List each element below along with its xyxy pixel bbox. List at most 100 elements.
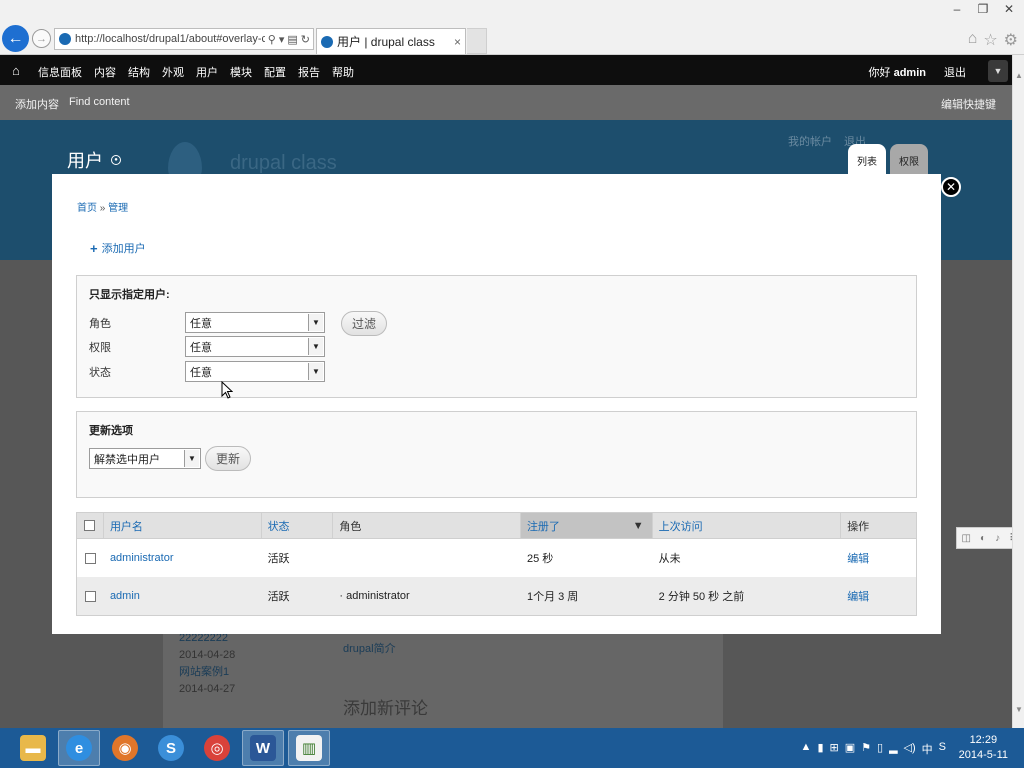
sort-last-access[interactable]: 上次访问	[659, 518, 703, 534]
header-operations: 操作	[847, 520, 870, 533]
sort-registered[interactable]: 注册了	[527, 518, 560, 534]
ime-indicator[interactable]: 中	[922, 741, 933, 757]
home-icon[interactable]: ⌂	[12, 63, 20, 78]
close-overlay-icon[interactable]: ✕	[941, 177, 961, 197]
shortcut-add-content[interactable]: 添加内容	[15, 96, 59, 112]
browser-tab[interactable]: 用户 | drupal class ×	[316, 28, 466, 54]
sogou-icon[interactable]: S	[939, 741, 946, 757]
close-window-icon[interactable]: ✕	[1002, 2, 1016, 16]
compat-view-icon[interactable]: ▤	[287, 33, 297, 46]
address-bar[interactable]: http://localhost/drupal1/about#overlay-c…	[54, 28, 314, 50]
tray-expand-icon[interactable]: ▲	[801, 741, 812, 757]
skype-style-button[interactable]: S	[150, 730, 192, 766]
menu-item-dashboard[interactable]: 信息面板	[38, 64, 82, 80]
menu-item-people[interactable]: 用户	[196, 64, 218, 80]
menu-item-content[interactable]: 内容	[94, 64, 116, 80]
address-url[interactable]: http://localhost/drupal1/about#overlay-c…	[75, 33, 265, 45]
scroll-down-icon[interactable]: ▼	[1015, 705, 1023, 714]
breadcrumb-admin[interactable]: 管理	[108, 203, 128, 214]
username-link[interactable]: admin	[894, 67, 926, 79]
tray-network-icon[interactable]: ⊞	[830, 741, 839, 757]
tab-close-icon[interactable]: ×	[454, 35, 461, 49]
breadcrumb-home[interactable]: 首页	[77, 203, 97, 214]
permission-select[interactable]: 任意 ▼	[185, 336, 325, 357]
username-link[interactable]: administrator	[110, 552, 174, 564]
internet-explorer-button[interactable]: e	[58, 730, 100, 766]
update-operation-select[interactable]: 解禁选中用户 ▼	[89, 448, 201, 469]
tray-sync-icon[interactable]: ▣	[845, 741, 855, 757]
tab-permissions[interactable]: 权限	[890, 144, 928, 174]
file-explorer-button[interactable]: ▬	[12, 730, 54, 766]
logout-link[interactable]: 退出	[944, 64, 966, 80]
table-row: administrator 活跃 25 秒 从未 编辑	[77, 539, 916, 577]
filter-fieldset: 只显示指定用户: 角色 任意 ▼ 权限 任意 ▼ 状态 任意 ▼ 过滤	[76, 275, 917, 398]
edit-link[interactable]: 编辑	[847, 550, 869, 566]
edit-link[interactable]: 编辑	[847, 588, 869, 604]
volume-icon[interactable]: ◁)	[904, 741, 916, 757]
tab-title: 用户 | drupal class	[337, 35, 435, 49]
restore-icon[interactable]: ❐	[976, 2, 990, 16]
signal-icon[interactable]: ▂	[889, 741, 897, 757]
bg-date-2: 2014-04-27	[179, 683, 236, 695]
audio-icon[interactable]: ♪	[995, 533, 1000, 544]
row-checkbox[interactable]	[84, 590, 96, 602]
sort-status[interactable]: 状态	[268, 518, 290, 534]
chrome-button[interactable]: ◎	[196, 730, 238, 766]
clock[interactable]: 12:29 2014-5-11	[959, 733, 1008, 763]
dropdown-icon[interactable]: ▾	[279, 33, 285, 46]
status-select[interactable]: 任意 ▼	[185, 361, 325, 382]
menu-item-help[interactable]: 帮助	[332, 64, 354, 80]
row-checkbox[interactable]	[84, 552, 96, 564]
flag-icon[interactable]: ⚑	[861, 741, 871, 757]
admin-menu: 信息面板 内容 结构 外观 用户 模块 配置 报告 帮助	[38, 64, 354, 80]
tray-app-icon[interactable]: ▮	[817, 741, 823, 757]
forward-button[interactable]: →	[32, 29, 51, 48]
menu-item-structure[interactable]: 结构	[128, 64, 150, 80]
chrome-icon: ◎	[204, 735, 230, 761]
role-label: 角色	[89, 317, 111, 330]
tab-list[interactable]: 列表	[848, 144, 886, 174]
sort-username[interactable]: 用户名	[110, 518, 143, 534]
scroll-up-icon[interactable]: ▲	[1015, 71, 1023, 80]
menu-item-modules[interactable]: 模块	[230, 64, 252, 80]
filter-legend: 只显示指定用户:	[89, 289, 170, 301]
my-account-link[interactable]: 我的帐户	[788, 133, 832, 149]
word-button[interactable]: W	[242, 730, 284, 766]
contrast-icon[interactable]: ◐	[980, 533, 986, 544]
home-icon[interactable]: ⌂	[968, 30, 978, 50]
update-button[interactable]: 更新	[205, 446, 252, 471]
chevron-down-icon: ▼	[184, 450, 199, 467]
refresh-icon[interactable]: ↻	[301, 33, 310, 46]
bg-link-intro[interactable]: drupal简介	[343, 640, 396, 656]
shortcut-toggle-icon[interactable]: ▼	[988, 60, 1008, 82]
window-controls: – ❐ ✕	[950, 2, 1016, 16]
add-user-link[interactable]: + 添加用户	[90, 240, 146, 256]
username-link[interactable]: admin	[110, 590, 140, 602]
power-icon[interactable]: ▯	[877, 741, 883, 757]
bg-link-2[interactable]: 网站案例1	[179, 664, 235, 681]
menu-item-configuration[interactable]: 配置	[264, 64, 286, 80]
select-all-checkbox[interactable]	[84, 520, 96, 531]
panel-icon[interactable]: ◫	[962, 533, 971, 544]
filter-button[interactable]: 过滤	[341, 311, 388, 336]
new-tab-button[interactable]	[467, 28, 487, 54]
clock-date: 2014-5-11	[958, 749, 1008, 761]
favorites-star-icon[interactable]: ☆	[983, 30, 997, 50]
bg-date-1: 2014-04-28	[179, 649, 236, 661]
page-scrollbar[interactable]: ▲ ▼	[1012, 55, 1024, 728]
back-button[interactable]: ←	[2, 25, 29, 52]
sort-desc-icon: ▼	[632, 519, 644, 532]
edit-shortcuts-link[interactable]: 编辑快捷键	[941, 96, 996, 112]
settings-gear-icon[interactable]: ⚙	[1004, 30, 1018, 50]
minimize-icon[interactable]: –	[950, 2, 964, 16]
chart-app-button[interactable]: ▥	[288, 730, 330, 766]
shortcut-star-icon[interactable]: ●	[111, 155, 121, 165]
firefox-button[interactable]: ◉	[104, 730, 146, 766]
search-icon[interactable]: ⚲	[268, 33, 276, 46]
clock-time: 12:29	[969, 734, 998, 746]
menu-item-reports[interactable]: 报告	[298, 64, 320, 80]
role-select[interactable]: 任意 ▼	[185, 312, 325, 333]
word-icon: W	[250, 735, 276, 761]
menu-item-appearance[interactable]: 外观	[162, 64, 184, 80]
shortcut-find-content[interactable]: Find content	[69, 96, 130, 112]
